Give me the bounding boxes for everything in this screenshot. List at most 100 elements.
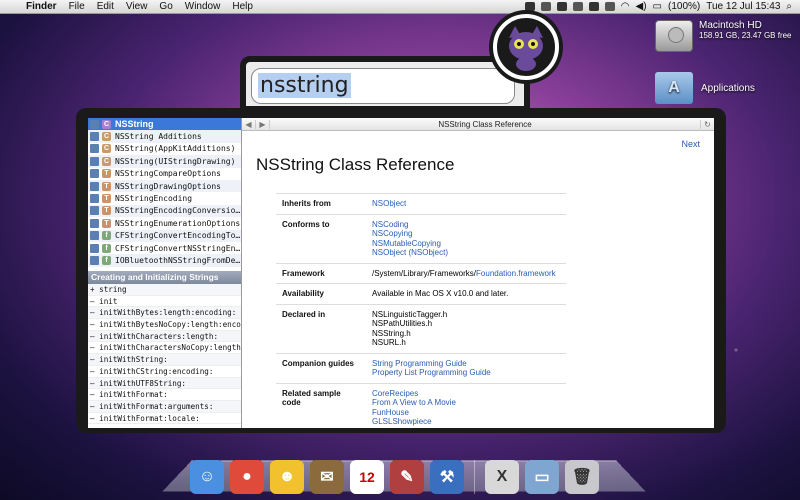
toc-item[interactable]: – initWithFormat:locale: xyxy=(88,413,241,425)
dock-trash-icon[interactable]: 🗑 xyxy=(565,460,599,494)
toc-item[interactable]: – initWithBytes:length:encoding: xyxy=(88,307,241,320)
search-result-item[interactable]: f IOBluetoothNSStringFromDe… xyxy=(88,254,241,267)
forward-button[interactable]: ▶ xyxy=(256,119,270,129)
spec-row: Companion guides String Programming Guide… xyxy=(276,352,566,383)
dock-finder-icon[interactable]: ☺ xyxy=(190,460,224,494)
toc-item[interactable]: – initWithFormat:arguments: xyxy=(88,400,241,413)
doc-link[interactable]: From A View to A Movie xyxy=(372,398,560,408)
wifi-icon[interactable]: ◠ xyxy=(621,1,630,12)
dock-mail-stamp-icon[interactable]: ✉ xyxy=(310,460,344,494)
battery-icon[interactable]: ▭ xyxy=(653,1,662,12)
spec-value: /System/Library/Frameworks/Foundation.fr… xyxy=(366,262,566,284)
search-result-item[interactable]: T NSStringDrawingOptions xyxy=(88,179,241,193)
framework-icon xyxy=(90,243,99,253)
search-result-item[interactable]: C NSString(UIStringDrawing) xyxy=(88,155,241,168)
search-result-item[interactable]: T NSStringEncoding xyxy=(88,192,241,204)
spec-key: Framework xyxy=(276,262,366,284)
menu-help[interactable]: Help xyxy=(226,1,259,12)
symbol-kind-icon: T xyxy=(102,194,111,204)
doc-link[interactable]: CoreRecipes xyxy=(372,389,560,399)
toc-item[interactable]: – initWithCharactersNoCopy:length… xyxy=(88,342,241,355)
desktop-icon-applications[interactable]: A Applications xyxy=(655,72,795,104)
toc-item[interactable]: – init xyxy=(88,296,241,308)
search-result-item[interactable]: f CFStringConvertEncodingTo… xyxy=(88,229,241,242)
hd-info: 158.91 GB, 23.47 GB free xyxy=(699,31,792,40)
spec-text: /System/Library/Frameworks/ xyxy=(372,268,477,278)
doc-link[interactable]: NSCoding xyxy=(372,220,560,230)
doc-link[interactable]: Foundation.framework xyxy=(476,269,556,278)
reload-icon[interactable]: ↻ xyxy=(700,119,714,129)
result-label: NSStringDrawingOptions xyxy=(115,181,221,191)
dock-chrome-icon[interactable]: ● xyxy=(230,460,264,494)
search-result-item[interactable]: T NSStringEnumerationOptions xyxy=(88,217,241,229)
symbol-kind-icon: f xyxy=(102,255,111,265)
framework-icon xyxy=(90,144,99,154)
back-button[interactable]: ◀ xyxy=(242,119,256,129)
search-input[interactable]: nsstring xyxy=(251,68,515,104)
symbol-kind-icon: T xyxy=(102,181,111,191)
spec-key: Availability xyxy=(276,283,366,304)
doc-link[interactable]: Sketch+Accessibility xyxy=(372,427,560,429)
cat-mascot-icon xyxy=(493,14,559,80)
dock-ical-icon[interactable]: 12 xyxy=(350,460,384,494)
menu-file[interactable]: File xyxy=(63,1,91,12)
doc-link[interactable]: FunHouse xyxy=(372,408,560,418)
volume-icon[interactable]: ◀) xyxy=(636,1,647,12)
tray-app-icon[interactable] xyxy=(524,2,535,11)
next-link[interactable]: Next xyxy=(681,139,700,149)
search-result-item[interactable]: C NSString Additions xyxy=(88,130,241,143)
desktop-icon-macintosh-hd[interactable]: Macintosh HD 158.91 GB, 23.47 GB free xyxy=(655,20,795,52)
doc-link[interactable]: GLSLShowpiece xyxy=(372,417,560,427)
spotlight-icon[interactable]: ⌕ xyxy=(786,1,792,12)
menu-edit[interactable]: Edit xyxy=(91,1,120,12)
dock-separator xyxy=(474,460,475,494)
symbol-kind-icon: T xyxy=(102,206,111,216)
doc-link[interactable]: String Programming Guide xyxy=(372,359,560,369)
tray-time-machine-icon[interactable] xyxy=(588,2,599,11)
toc-item[interactable]: – initWithUTF8String: xyxy=(88,377,241,390)
spec-value: CoreRecipes From A View to A Movie FunHous… xyxy=(366,382,566,429)
toc-item[interactable]: – initWithFormat: xyxy=(88,389,241,401)
toc-item[interactable]: – initWithCharacters:length: xyxy=(88,330,241,343)
dock-folder-icon[interactable]: ▭ xyxy=(525,460,559,494)
symbol-kind-icon: C xyxy=(102,156,111,166)
search-result-item[interactable]: T NSStringCompareOptions xyxy=(88,168,241,180)
symbol-kind-icon: C xyxy=(102,132,111,142)
result-label: NSString(AppKitAdditions) xyxy=(115,144,236,154)
tray-facebook-icon[interactable] xyxy=(556,2,567,11)
doc-link[interactable]: NSObject (NSObject) xyxy=(372,248,560,258)
dock-utility-icon[interactable]: ✎ xyxy=(390,460,424,494)
toc-item[interactable]: – initWithCString:encoding: xyxy=(88,366,241,378)
sidebar: C NSString C NSString Additions C NSString(Ap… xyxy=(88,118,242,428)
doc-link[interactable]: Property List Programming Guide xyxy=(372,368,560,378)
dock-xcode-icon[interactable]: ⚒ xyxy=(430,460,464,494)
menu-app-name[interactable]: Finder xyxy=(20,1,63,12)
search-result-item[interactable]: C NSString xyxy=(88,118,241,131)
spec-text: NSLinguisticTagger.h xyxy=(372,309,448,319)
doc-link[interactable]: NSObject xyxy=(372,199,560,209)
menu-window[interactable]: Window xyxy=(179,1,227,12)
dock-adium-icon[interactable]: ☻ xyxy=(270,460,304,494)
tray-mail-icon[interactable] xyxy=(572,2,583,11)
toc-item[interactable]: – initWithString: xyxy=(88,354,241,366)
dock-x11-icon[interactable]: X xyxy=(485,460,519,494)
spec-key: Declared in xyxy=(276,303,366,353)
tray-dropbox-icon[interactable] xyxy=(540,2,551,11)
search-result-item[interactable]: C NSString(AppKitAdditions) xyxy=(88,143,241,155)
result-label: CFStringConvertNSStringEn… xyxy=(115,243,241,253)
framework-icon xyxy=(90,156,99,166)
doc-link[interactable]: NSCopying xyxy=(372,229,560,239)
framework-icon xyxy=(90,218,99,228)
clock[interactable]: Tue 12 Jul 15:43 xyxy=(706,1,780,12)
spec-text: NSPathUtilities.h xyxy=(372,319,433,328)
doc-link[interactable]: NSMutableCopying xyxy=(372,239,560,249)
dock: ☺ ● ☻ ✉ 12 ✎ ⚒ X ▭ 🗑 xyxy=(190,448,620,494)
menu-view[interactable]: View xyxy=(120,1,154,12)
toc-item[interactable]: – initWithBytesNoCopy:length:enco… xyxy=(88,319,241,331)
toc-item[interactable]: + string xyxy=(88,284,241,296)
doc-page: Next NSString Class Reference Inherits f… xyxy=(242,131,714,428)
search-result-item[interactable]: T NSStringEncodingConversio… xyxy=(88,204,241,218)
tray-bluetooth-icon[interactable] xyxy=(604,2,615,11)
menu-go[interactable]: Go xyxy=(153,1,178,12)
search-result-item[interactable]: f CFStringConvertNSStringEn… xyxy=(88,242,241,254)
